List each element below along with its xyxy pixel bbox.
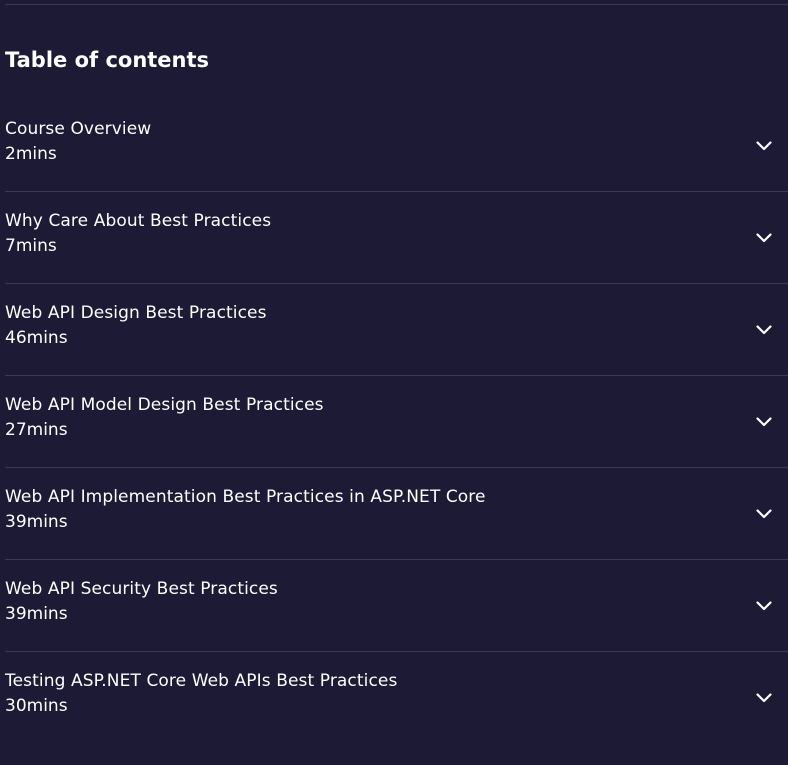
toc-item-duration: 30mins xyxy=(5,696,68,716)
toc-list: Course Overview 2mins Why Care About Bes… xyxy=(5,100,788,744)
expand-button[interactable] xyxy=(752,318,776,342)
toc-item-title: Web API Implementation Best Practices in… xyxy=(5,487,486,507)
expand-button[interactable] xyxy=(752,502,776,526)
toc-item-duration: 2mins xyxy=(5,144,57,164)
chevron-down-icon xyxy=(756,601,772,611)
toc-item-duration: 46mins xyxy=(5,328,68,348)
toc-item-testing[interactable]: Testing ASP.NET Core Web APIs Best Pract… xyxy=(5,652,788,744)
chevron-down-icon xyxy=(756,693,772,703)
toc-item-implementation[interactable]: Web API Implementation Best Practices in… xyxy=(5,468,788,560)
toc-item-title: Web API Security Best Practices xyxy=(5,579,278,599)
toc-item-title: Course Overview xyxy=(5,119,152,139)
toc-item-api-design[interactable]: Web API Design Best Practices 46mins xyxy=(5,284,788,376)
expand-button[interactable] xyxy=(752,594,776,618)
expand-button[interactable] xyxy=(752,226,776,250)
top-divider xyxy=(5,4,788,5)
chevron-down-icon xyxy=(756,417,772,427)
chevron-down-icon xyxy=(756,233,772,243)
toc-item-title: Testing ASP.NET Core Web APIs Best Pract… xyxy=(5,671,398,691)
toc-item-duration: 39mins xyxy=(5,604,68,624)
expand-button[interactable] xyxy=(752,134,776,158)
toc-item-title: Web API Model Design Best Practices xyxy=(5,395,324,415)
chevron-down-icon xyxy=(756,325,772,335)
toc-item-title: Web API Design Best Practices xyxy=(5,303,267,323)
toc-item-course-overview[interactable]: Course Overview 2mins xyxy=(5,100,788,192)
expand-button[interactable] xyxy=(752,410,776,434)
chevron-down-icon xyxy=(756,141,772,151)
toc-item-model-design[interactable]: Web API Model Design Best Practices 27mi… xyxy=(5,376,788,468)
toc-item-title: Why Care About Best Practices xyxy=(5,211,272,231)
toc-item-duration: 39mins xyxy=(5,512,68,532)
chevron-down-icon xyxy=(756,509,772,519)
toc-item-duration: 27mins xyxy=(5,420,68,440)
toc-item-duration: 7mins xyxy=(5,236,57,256)
toc-title: Table of contents xyxy=(5,48,210,72)
toc-item-why-care[interactable]: Why Care About Best Practices 7mins xyxy=(5,192,788,284)
expand-button[interactable] xyxy=(752,686,776,710)
toc-item-security[interactable]: Web API Security Best Practices 39mins xyxy=(5,560,788,652)
